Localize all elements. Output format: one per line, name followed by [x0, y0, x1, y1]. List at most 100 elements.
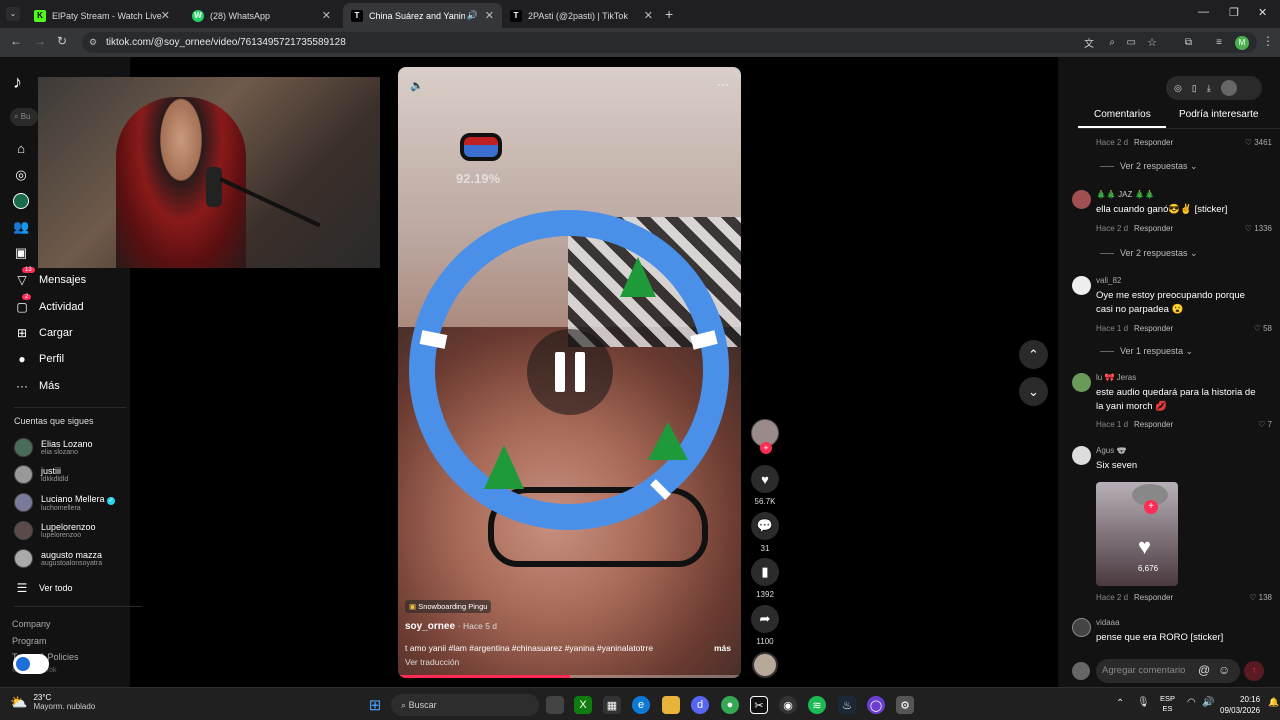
home-icon[interactable]: ⌂ — [13, 141, 29, 157]
comment-username[interactable]: vidaaa — [1096, 618, 1120, 627]
next-video-button[interactable]: ⌄ — [1019, 377, 1048, 406]
tab-comentarios[interactable]: Comentarios — [1094, 109, 1151, 120]
forward-icon[interactable]: → — [34, 34, 46, 48]
reload-icon[interactable]: ↻ — [57, 34, 67, 48]
comment-icon[interactable]: 💬 — [751, 512, 779, 540]
tab-tiktok-video[interactable]: T China Suárez and Yanina La 🔊 ✕ — [343, 3, 502, 28]
friends-icon[interactable]: 👥 — [13, 219, 29, 235]
spotify-icon[interactable]: ≋ — [808, 696, 826, 714]
volume-icon[interactable]: 🔈 — [410, 79, 424, 92]
menu-item-perfil[interactable]: ● Perfil — [14, 352, 64, 366]
avatar[interactable] — [1072, 446, 1091, 465]
view-replies-link[interactable]: Ver 1 respuesta ⌄ — [1100, 346, 1193, 357]
menu-item-mas[interactable]: ··· Más — [14, 379, 60, 393]
heart-icon[interactable]: ♥ — [751, 465, 779, 493]
cast-icon[interactable]: ▭ — [1127, 37, 1136, 48]
store-icon[interactable]: ▦ — [603, 696, 621, 714]
close-icon[interactable]: ✕ — [161, 9, 170, 22]
app-icon[interactable]: ◯ — [867, 696, 885, 714]
back-icon[interactable]: ← — [10, 34, 22, 48]
avatar[interactable] — [1072, 618, 1091, 637]
emoji-icon[interactable]: ☺ — [1218, 663, 1230, 677]
tray-chevron-icon[interactable]: ⌃ — [1116, 698, 1124, 709]
start-button[interactable]: ⊞ — [366, 696, 384, 714]
close-icon[interactable]: ✕ — [485, 9, 494, 22]
footer-link-company[interactable]: Company — [12, 619, 51, 629]
reply-link[interactable]: Responder — [1134, 224, 1173, 233]
tab-search-button[interactable]: ⌄ — [6, 7, 20, 21]
profile-avatar[interactable]: M — [1235, 35, 1249, 50]
site-info-icon[interactable]: ⚙ — [89, 37, 97, 48]
comment-username[interactable]: Agus 🐨 — [1096, 446, 1126, 455]
avatar[interactable] — [1072, 373, 1091, 392]
capcut-icon[interactable]: ✂ — [750, 696, 768, 714]
like-count[interactable]: ♡ 7 — [1258, 420, 1272, 429]
menu-item-cargar[interactable]: ⊞ Cargar — [14, 326, 73, 340]
comment-username[interactable]: 🎄🎄 JAZ 🎄🎄 — [1096, 190, 1155, 199]
close-window-button[interactable]: ✕ — [1258, 6, 1267, 19]
download-icon[interactable]: ⤓ — [1207, 83, 1211, 94]
menu-item-mensajes[interactable]: ▽ 13 Mensajes — [14, 267, 86, 287]
translate-link[interactable]: Ver traducción — [405, 657, 459, 667]
device-icon[interactable]: ▯ — [1192, 83, 1197, 94]
translate-icon[interactable]: 文 — [1084, 35, 1094, 50]
bookmark-icon[interactable]: ▮ — [751, 558, 779, 586]
extensions-icon[interactable]: ⧉ — [1185, 37, 1192, 48]
share-icon[interactable]: ➦ — [751, 605, 779, 633]
tiktok-logo[interactable]: ♪ — [13, 72, 22, 93]
microphone-icon[interactable]: 🎙 — [1137, 697, 1150, 708]
mention-icon[interactable]: @ — [1198, 663, 1210, 677]
avatar[interactable] — [1072, 190, 1091, 209]
following-item[interactable]: Lupelorenzoo lupelorenzoo — [14, 521, 96, 540]
bookmark-star-icon[interactable]: ☆ — [1147, 36, 1157, 49]
close-icon[interactable]: ✕ — [322, 9, 331, 22]
tab-tiktok-profile[interactable]: T 2PAsti (@2pasti) | TikTok ✕ — [502, 3, 661, 28]
view-replies-link[interactable]: Ver 2 respuestas ⌄ — [1100, 161, 1198, 172]
close-icon[interactable]: ✕ — [644, 9, 653, 22]
following-item[interactable]: Elias Lozano elia slozano — [14, 438, 93, 457]
clock[interactable]: 20:16 09/03/2026 — [1220, 694, 1260, 716]
footer-link-program[interactable]: Program — [12, 636, 47, 646]
menu-dots-icon[interactable]: ⋮ — [1262, 34, 1274, 48]
comment-username[interactable]: vali_82 — [1096, 276, 1121, 285]
like-count[interactable]: ♡ 3461 — [1245, 138, 1272, 147]
tab-podria-interesarte[interactable]: Podría interesarte — [1179, 109, 1259, 120]
restore-button[interactable]: ❐ — [1229, 6, 1239, 19]
user-avatar[interactable] — [1220, 80, 1237, 96]
like-count[interactable]: ♡ 138 — [1249, 593, 1272, 602]
settings-icon[interactable]: ⚙ — [896, 696, 914, 714]
more-link[interactable]: más — [714, 643, 731, 653]
view-replies-link[interactable]: Ver 2 respuestas ⌄ — [1100, 248, 1198, 259]
taskbar-search[interactable]: ⌕ Buscar — [391, 694, 539, 716]
avatar[interactable] — [1072, 276, 1091, 295]
tab-kick[interactable]: K ElPaty Stream - Watch Live on K ✕ — [26, 3, 178, 28]
obs-icon[interactable]: ◉ — [779, 696, 797, 714]
following-item[interactable]: justiii ldkkdldld — [14, 465, 68, 484]
edge-icon[interactable]: e — [632, 696, 650, 714]
video-player[interactable]: 🔈 ··· 92.19% ▣ Snowboarding Pingu soy_or… — [398, 67, 741, 678]
theme-toggle[interactable] — [13, 654, 49, 674]
see-all-link[interactable]: ☰ Ver todo — [14, 581, 73, 595]
weather-widget[interactable]: ⛅ 23°C Mayorm. nublado — [10, 693, 95, 711]
following-icon[interactable] — [13, 193, 29, 209]
save-action[interactable]: ▮ 1392 — [751, 558, 779, 599]
chrome-icon[interactable]: ● — [721, 696, 739, 714]
xbox-icon[interactable]: X — [574, 696, 592, 714]
volume-tray-icon[interactable]: 🔊 — [1202, 697, 1214, 708]
minimize-button[interactable]: — — [1198, 6, 1209, 18]
zoom-icon[interactable]: ⌕ — [1109, 37, 1115, 48]
search-box[interactable]: ⌕ Bu — [10, 108, 38, 126]
send-button[interactable]: ↑ — [1244, 661, 1264, 681]
new-tab-button[interactable]: + — [665, 6, 673, 22]
sound-chip[interactable]: ▣ Snowboarding Pingu — [405, 600, 492, 613]
media-icon[interactable]: ≡ — [1216, 37, 1222, 48]
file-explorer-icon[interactable] — [662, 696, 680, 714]
share-action[interactable]: ➦ 1100 — [751, 605, 779, 646]
following-item[interactable]: Luciano Mellera ✓ luchomellera — [14, 493, 116, 512]
task-view-icon[interactable] — [546, 696, 564, 714]
plus-icon[interactable]: + — [1144, 500, 1158, 514]
comment-action[interactable]: 💬 31 — [751, 512, 779, 553]
like-action[interactable]: ♥ 56.7K — [751, 465, 779, 506]
notification-icon[interactable]: 🔔 — [1268, 697, 1279, 708]
reply-link[interactable]: Responder — [1134, 420, 1173, 429]
